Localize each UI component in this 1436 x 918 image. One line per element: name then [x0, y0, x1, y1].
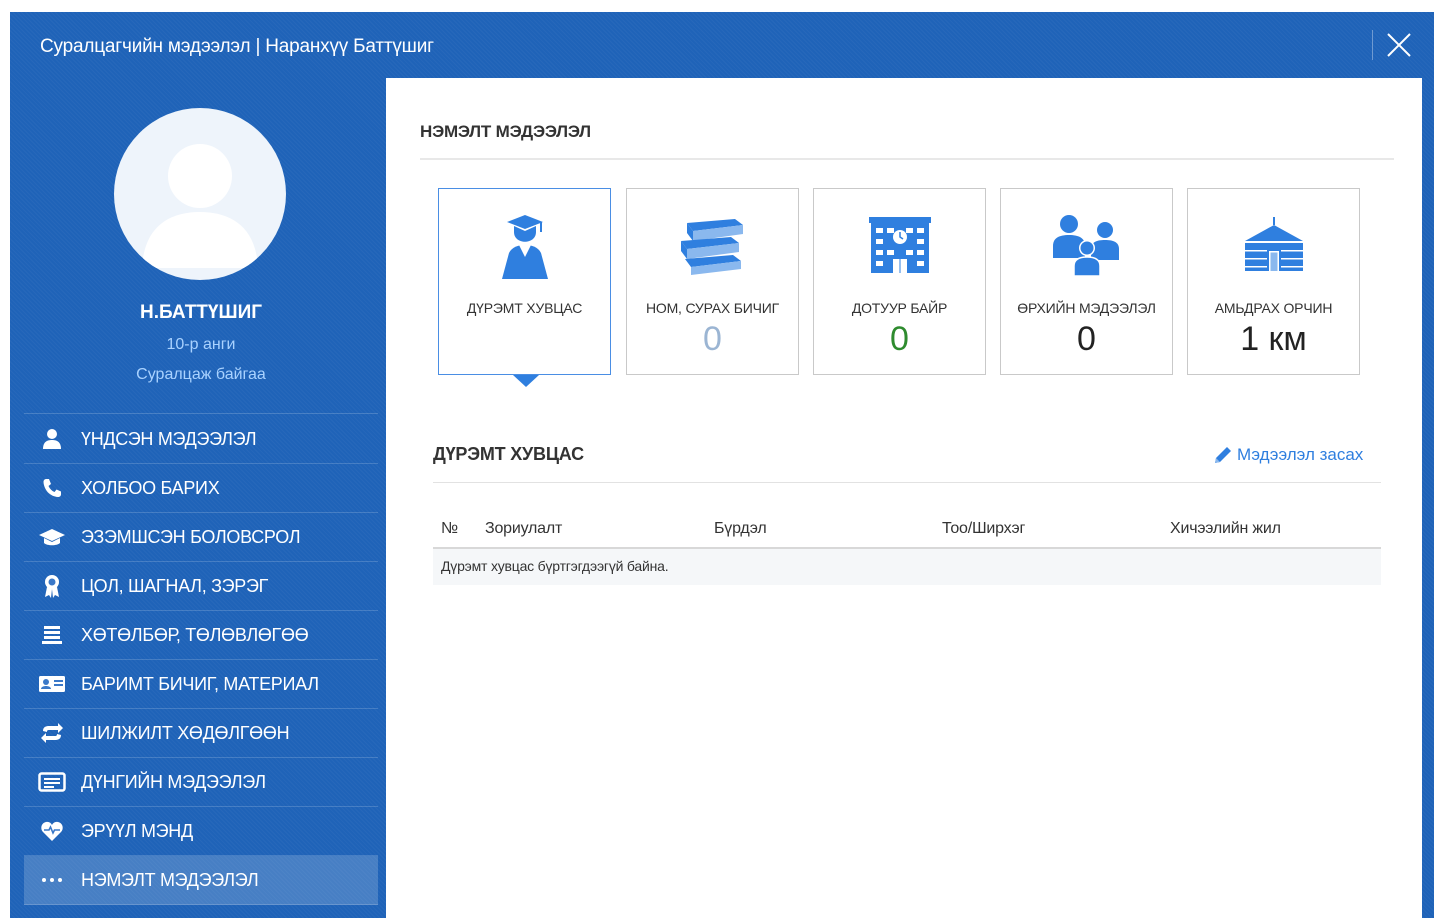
award-icon: [38, 574, 66, 598]
student-grade: 10-р анги: [166, 336, 236, 353]
card-dormitory[interactable]: ДОТУУР БАЙР 0: [813, 188, 986, 375]
close-button[interactable]: [1384, 30, 1414, 60]
graduate-icon: [439, 207, 610, 283]
family-icon: [1001, 207, 1172, 283]
sidebar-item-label: ҮНДСЭН МЭДЭЭЛЭЛ: [81, 429, 257, 449]
student-info-modal: Суралцагчийн мэдээлэл | Наранхүү Баттүши…: [10, 12, 1434, 918]
edit-info-link[interactable]: Мэдээлэл засах: [1212, 443, 1382, 467]
sidebar-item-additional-info[interactable]: НЭМЭЛТ МЭДЭЭЛЭЛ: [24, 856, 378, 905]
sidebar-menu: ҮНДСЭН МЭДЭЭЛЭЛ ХОЛБОО БАРИХ ЭЗЭМШСЭН БО…: [24, 415, 378, 905]
card-family[interactable]: ӨРХИЙН МЭДЭЭЛЭЛ 0: [1000, 188, 1173, 375]
card-value: 1 км: [1240, 320, 1307, 358]
column-header: №: [441, 520, 458, 537]
dormitory-icon: [814, 207, 985, 283]
user-icon: [38, 427, 66, 451]
sidebar-item-label: ШИЛЖИЛТ ХӨДӨЛГӨӨН: [81, 723, 290, 743]
subsection-title: ДҮРЭМТ ХУВЦАС: [433, 444, 584, 464]
uniform-table: № Зориулалт Бүрдэл Тоо/Ширхэг Хичээлийн …: [433, 512, 1381, 585]
column-header: Тоо/Ширхэг: [942, 520, 1026, 537]
sidebar-item-label: БАРИМТ БИЧИГ, МАТЕРИАЛ: [81, 674, 319, 694]
exchange-icon: [38, 721, 66, 745]
ellipsis-icon: [38, 868, 66, 892]
column-header: Хичээлийн жил: [1170, 520, 1281, 537]
close-icon: [1387, 33, 1411, 57]
table-empty-row: Дүрэмт хувцас бүртгэгдээгүй байна.: [433, 549, 1381, 585]
avatar: [114, 108, 286, 280]
id-card-icon: [38, 672, 66, 696]
column-header: Бүрдэл: [714, 520, 767, 537]
card-books[interactable]: НОМ, СУРАХ БИЧИГ 0: [626, 188, 799, 375]
sidebar-item-label: ХӨТӨЛБӨР, ТӨЛӨВЛӨГӨӨ: [81, 625, 309, 645]
avatar-placeholder-icon: [142, 144, 258, 268]
sidebar-item-program[interactable]: ХӨТӨЛБӨР, ТӨЛӨВЛӨГӨӨ: [24, 611, 378, 660]
phone-icon: [38, 476, 66, 500]
empty-message: Дүрэмт хувцас бүртгэгдээгүй байна.: [441, 558, 669, 574]
section-divider: [420, 158, 1394, 160]
card-label: ӨРХИЙН МЭДЭЭЛЭЛ: [1017, 300, 1156, 316]
sidebar-item-awards[interactable]: ЦОЛ, ШАГНАЛ, ЗЭРЭГ: [24, 562, 378, 611]
sidebar-item-label: НЭМЭЛТ МЭДЭЭЛЭЛ: [81, 870, 259, 890]
sidebar-item-transfer[interactable]: ШИЛЖИЛТ ХӨДӨЛГӨӨН: [24, 709, 378, 758]
modal-titlebar: Суралцагчийн мэдээлэл | Наранхүү Баттүши…: [10, 12, 1434, 78]
sidebar-item-label: ЭРҮҮЛ МЭНД: [81, 821, 193, 841]
column-header: Зориулалт: [485, 520, 563, 537]
subsection-divider: [433, 482, 1381, 483]
card-label: ДҮРЭМТ ХУВЦАС: [466, 300, 583, 316]
ger-icon: [1188, 207, 1359, 283]
sidebar-item-basic-info[interactable]: ҮНДСЭН МЭДЭЭЛЭЛ: [24, 415, 378, 464]
grades-icon: [38, 770, 66, 794]
card-label: АМЬДРАХ ОРЧИН: [1214, 300, 1333, 316]
sidebar-item-label: ДҮНГИЙН МЭДЭЭЛЭЛ: [81, 772, 266, 792]
card-living-environment[interactable]: АМЬДРАХ ОРЧИН 1 км: [1187, 188, 1360, 375]
title-divider: [1372, 30, 1373, 60]
sidebar-item-label: ХОЛБОО БАРИХ: [81, 478, 220, 498]
sidebar-item-label: ЦОЛ, ШАГНАЛ, ЗЭРЭГ: [81, 576, 269, 596]
modal-title: Суралцагчийн мэдээлэл | Наранхүү Баттүши…: [40, 36, 434, 57]
pencil-icon: [1215, 447, 1231, 463]
heart-icon: [38, 819, 66, 843]
sidebar-item-contact[interactable]: ХОЛБОО БАРИХ: [24, 464, 378, 513]
sidebar-item-grades[interactable]: ДҮНГИЙН МЭДЭЭЛЭЛ: [24, 758, 378, 807]
card-uniform[interactable]: ДҮРЭМТ ХУВЦАС: [438, 188, 611, 387]
sidebar: Н.БАТТҮШИГ 10-р анги Суралцаж байгаа ҮНД…: [24, 78, 378, 918]
list-icon: [38, 623, 66, 647]
card-value: 0: [890, 320, 909, 358]
card-label: ДОТУУР БАЙР: [851, 300, 948, 316]
card-label: НОМ, СУРАХ БИЧИГ: [646, 300, 779, 316]
table-header: № Зориулалт Бүрдэл Тоо/Ширхэг Хичээлийн …: [433, 512, 1381, 549]
sidebar-item-health[interactable]: ЭРҮҮЛ МЭНД: [24, 807, 378, 856]
card-value: 0: [703, 320, 722, 358]
student-status: Суралцаж байгаа: [136, 366, 266, 383]
section-title: НЭМЭЛТ МЭДЭЭЛЭЛ: [420, 122, 591, 141]
sidebar-item-education[interactable]: ЭЗЭМШСЭН БОЛОВСРОЛ: [24, 513, 378, 562]
sidebar-item-documents[interactable]: БАРИМТ БИЧИГ, МАТЕРИАЛ: [24, 660, 378, 709]
graduation-cap-icon: [38, 525, 66, 549]
sidebar-item-label: ЭЗЭМШСЭН БОЛОВСРОЛ: [81, 527, 301, 547]
info-cards: ДҮРЭМТ ХУВЦАС НОМ, СУРАХ БИЧИГ 0 ДОТУУР …: [438, 188, 1368, 387]
books-icon: [627, 207, 798, 283]
main-content: НЭМЭЛТ МЭДЭЭЛЭЛ ДҮРЭМТ ХУВЦАС НОМ, СУРАХ…: [386, 78, 1422, 918]
card-value: 0: [1077, 320, 1096, 358]
active-pointer: [513, 375, 539, 387]
profile-panel: Н.БАТТҮШИГ 10-р анги Суралцаж байгаа: [24, 78, 378, 414]
edit-info-label: Мэдээлэл засах: [1237, 445, 1364, 464]
student-name: Н.БАТТҮШИГ: [139, 302, 262, 323]
